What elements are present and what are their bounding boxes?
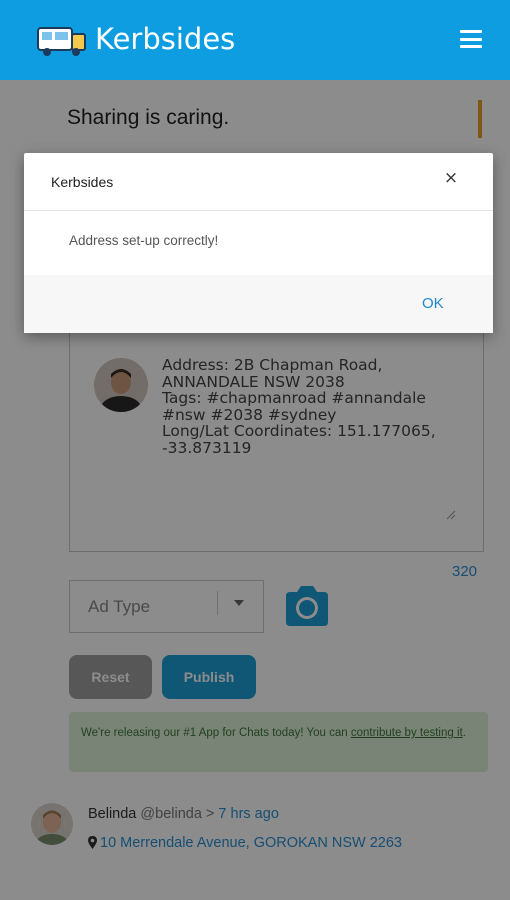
dialog-message: Address set-up correctly! xyxy=(69,233,219,248)
dialog-body: Address set-up correctly! xyxy=(24,211,493,275)
alert-dialog: Kerbsides × Address set-up correctly! OK xyxy=(24,153,493,333)
dialog-footer: OK xyxy=(24,275,493,333)
hamburger-menu-icon[interactable] xyxy=(460,30,482,48)
ok-button[interactable]: OK xyxy=(422,295,444,312)
dialog-header: Kerbsides × xyxy=(24,153,493,211)
app-header: Kerbsides xyxy=(0,0,510,80)
truck-logo-icon[interactable] xyxy=(36,20,88,60)
dialog-title: Kerbsides xyxy=(51,174,114,190)
close-icon[interactable]: × xyxy=(442,169,460,187)
brand-title[interactable]: Kerbsides xyxy=(95,22,235,56)
